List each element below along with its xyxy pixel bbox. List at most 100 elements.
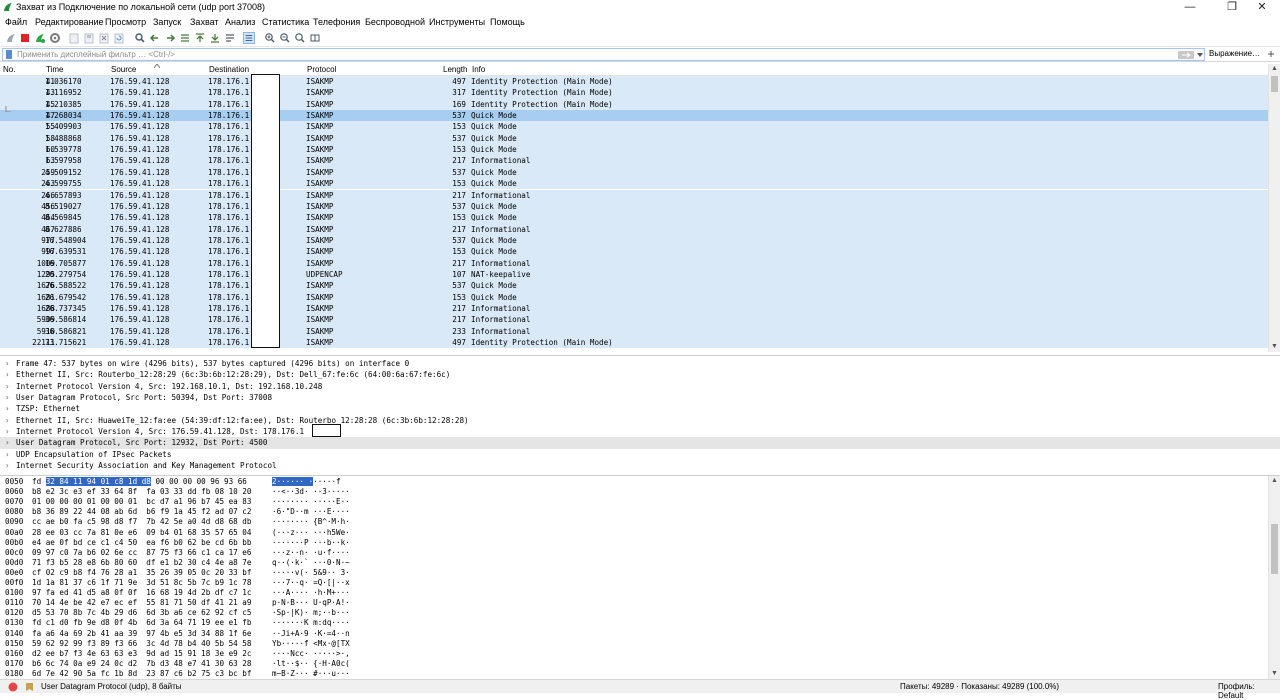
packet-row[interactable]: 22111 73.715621 176.59.41.128 178.176.1 ISAK… (0, 337, 1268, 349)
packet-row[interactable]: 55 1.409903 176.59.41.128 178.176.1 ISAKMP 15… (0, 121, 1268, 133)
packet-row[interactable]: 47 1.268034 176.59.41.128 178.176.1 ISAKMP 53… (0, 110, 1268, 122)
detail-tree-item[interactable]: › Internet Protocol Version 4, Src: 192.1… (0, 381, 1280, 392)
expand-chevron-icon[interactable]: › (5, 449, 10, 460)
hex-bytes[interactable]: fd c1 d0 fb 9e d8 0f 4b 6d 3a 64 71 19 e… (32, 618, 251, 628)
close-button[interactable]: ✕ (1244, 0, 1280, 15)
packet-row[interactable]: 1688 26.737345 176.59.41.128 178.176.1 ISAKM… (0, 303, 1268, 315)
hex-ascii[interactable]: ·····v(· 5&9·· 3· (272, 568, 350, 578)
filter-dropdown-icon[interactable] (1196, 52, 1204, 58)
packet-row[interactable]: 58 1.488868 176.59.41.128 178.176.1 ISAKMP 53… (0, 132, 1268, 145)
hex-bytes[interactable]: b8 36 89 22 44 08 ab 6d b6 f9 1a 45 f2 a… (32, 507, 251, 517)
hex-bytes[interactable]: 70 14 4e be 42 e7 ec ef 55 81 71 50 df 4… (32, 598, 251, 608)
packet-row[interactable]: 266 4.657893 176.59.41.128 178.176.1 ISAKMP 2… (0, 189, 1268, 201)
menu-statistics[interactable]: Статистика (262, 17, 309, 27)
bytes-scroll-up-icon[interactable]: ▲ (1269, 476, 1280, 486)
hex-ascii[interactable]: ···A···· ·h·M+··· (272, 588, 350, 598)
hex-ascii[interactable]: (···z··· ···h5We· (272, 528, 350, 538)
packet-row[interactable]: 1295 20.279754 176.59.41.128 178.176.1 UDPEN… (0, 268, 1268, 281)
hex-ascii[interactable]: ···7··q· =Q·[|··x (272, 578, 350, 588)
detail-tree-item[interactable]: › User Datagram Protocol, Src Port: 50394… (0, 392, 1280, 403)
expert-info-icon[interactable] (8, 682, 18, 692)
capture-options-icon[interactable] (49, 32, 61, 44)
scroll-down-icon[interactable]: ▼ (1269, 342, 1280, 352)
hex-bytes[interactable]: 1d 1a 81 37 c6 1f 71 9e 3d 51 8c 5b 7c b… (32, 578, 251, 588)
hex-bytes[interactable]: 97 fa ed 41 d5 a8 0f 0f 16 68 19 4d 2b d… (32, 588, 251, 598)
status-profile[interactable]: Профиль: Default (1218, 682, 1280, 700)
expand-chevron-icon[interactable]: › (5, 403, 10, 414)
minimize-button[interactable]: — (1172, 0, 1208, 15)
bytes-scrollbar[interactable]: ▲ ▼ (1268, 476, 1280, 679)
hex-bytes[interactable]: 09 97 c0 7a b6 02 6e cc 87 75 f3 66 c1 c… (32, 548, 251, 558)
detail-tree-item[interactable]: › Ethernet II, Src: Routerbo_12:28:29 (6c… (0, 369, 1280, 380)
hex-bytes[interactable]: 59 62 92 99 f3 89 f3 66 3c 4d 78 b4 40 5… (32, 639, 251, 649)
packet-row[interactable]: 63 1.597958 176.59.41.128 178.176.1 ISAKMP 21… (0, 155, 1268, 167)
column-header-protocol[interactable]: Protocol (307, 65, 336, 74)
display-filter-input[interactable]: Применить дисплейный фильтр … <Ctrl-/> (2, 48, 1205, 61)
packet-row[interactable]: 259 4.509152 176.59.41.128 178.176.1 ISAKMP 5… (0, 166, 1268, 179)
hex-ascii[interactable]: p·N·B··· U·qP·A!· (272, 598, 350, 608)
packet-row[interactable]: 41 1.036170 176.59.41.128 178.176.1 ISAKMP 49… (0, 76, 1268, 88)
menu-capture[interactable]: Захват (190, 17, 219, 27)
hex-bytes[interactable]: d5 53 70 8b 7c 4b 29 d6 6d 3b a6 ce 62 9… (32, 608, 251, 618)
bookmark-icon[interactable] (5, 50, 13, 59)
packet-row[interactable]: 45 1.210385 176.59.41.128 178.176.1 ISAKMP 16… (0, 98, 1268, 111)
reload-file-icon[interactable] (113, 32, 125, 44)
hex-ascii[interactable]: ··<··3d· ··3····· (272, 487, 350, 497)
apply-filter-arrow-icon[interactable] (1178, 51, 1194, 59)
hex-ascii[interactable]: Yb·····f <Mx·@[TX (272, 639, 350, 649)
bytes-scroll-down-icon[interactable]: ▼ (1269, 669, 1280, 679)
expand-chevron-icon[interactable]: › (5, 381, 10, 392)
detail-tree-item[interactable]: › Internet Protocol Version 4, Src: 176.5… (0, 426, 1280, 437)
go-back-icon[interactable] (149, 32, 161, 44)
packet-row[interactable]: 456 8.519027 176.59.41.128 178.176.1 ISAKMP 5… (0, 200, 1268, 213)
hex-bytes[interactable]: b6 6c 74 0a e9 24 0c d2 7b d3 48 e7 41 3… (32, 659, 251, 669)
menu-analyze[interactable]: Анализ (225, 17, 255, 27)
go-to-packet-icon[interactable] (179, 32, 191, 44)
menu-go[interactable]: Запуск (153, 17, 181, 27)
bytes-scrollbar-thumb[interactable] (1271, 524, 1278, 574)
go-forward-icon[interactable] (164, 32, 176, 44)
resize-columns-icon[interactable] (309, 32, 321, 44)
hex-bytes[interactable]: cf 02 c9 b8 f4 76 28 a1 35 26 39 05 0c 2… (32, 568, 251, 578)
packet-row[interactable]: 263 4.599755 176.59.41.128 178.176.1 ISAKMP 1… (0, 178, 1268, 190)
hex-ascii[interactable]: ·······K m:dq···· (272, 618, 350, 628)
expand-chevron-icon[interactable]: › (5, 437, 10, 448)
add-filter-button-icon[interactable] (1267, 51, 1275, 57)
hex-ascii[interactable]: ···z··n· ·u·f···· (272, 548, 350, 558)
hex-bytes[interactable]: b8 e2 3c e3 ef 33 64 8f fa 03 33 dd fb 0… (32, 487, 251, 497)
detail-tree-item[interactable]: › Internet Security Association and Key M… (0, 460, 1280, 471)
hex-ascii[interactable]: q··(·k·` ···0·N·~ (272, 558, 350, 568)
packet-row[interactable]: 5910 36.586821 176.59.41.128 178.176.1 ISAKM… (0, 325, 1268, 338)
hex-ascii[interactable]: ····Ncc· ·····>·, (272, 649, 350, 659)
expand-chevron-icon[interactable]: › (5, 392, 10, 403)
hex-ascii[interactable]: ··Ji+A·9 ·K·=4··n (272, 629, 350, 639)
normal-size-icon[interactable] (294, 32, 306, 44)
restart-capture-icon[interactable] (34, 32, 46, 44)
menu-telephony[interactable]: Телефония (313, 17, 360, 27)
packet-row[interactable]: 5909 36.586814 176.59.41.128 178.176.1 ISAKM… (0, 314, 1268, 326)
expand-chevron-icon[interactable]: › (5, 369, 10, 380)
menu-file[interactable]: Файл (5, 17, 27, 27)
expression-button[interactable]: Выражение… (1209, 49, 1260, 58)
expand-chevron-icon[interactable]: › (5, 460, 10, 471)
hex-bytes[interactable]: fa a6 4a 69 2b 41 aa 39 97 4b e5 3d 34 8… (32, 629, 251, 639)
column-header-length[interactable]: Length (443, 65, 467, 74)
packet-row[interactable]: 997 16.639531 176.59.41.128 178.176.1 ISAKMP… (0, 246, 1268, 258)
hex-bytes[interactable]: d2 ee b7 f3 4e 63 63 e3 9d ad 15 91 18 3… (32, 649, 251, 659)
menu-help[interactable]: Помощь (490, 17, 525, 27)
hex-ascii[interactable]: ·6·"D··m ···E···· (272, 507, 350, 517)
packet-list[interactable]: 41 1.036170 176.59.41.128 178.176.1 ISAKMP 49… (0, 76, 1268, 352)
hex-ascii[interactable]: ········ {B^·M·h· (272, 517, 350, 527)
detail-tree-item[interactable]: › Frame 47: 537 bytes on wire (4296 bits)… (0, 358, 1280, 369)
hex-bytes[interactable]: 28 ee 03 cc 7a 81 0e e6 09 b4 01 68 35 5… (32, 528, 251, 538)
zoom-out-icon[interactable] (279, 32, 291, 44)
shark-fin-start-icon[interactable] (5, 32, 17, 44)
column-header-info[interactable]: Info (472, 65, 485, 74)
column-header-time[interactable]: Time (46, 65, 63, 74)
hex-ascii[interactable]: 2······ ······f (272, 477, 341, 487)
hex-ascii[interactable]: m~B·Z··· #···u··· (272, 669, 350, 679)
menu-edit[interactable]: Редактирование (35, 17, 104, 27)
last-packet-icon[interactable] (209, 32, 221, 44)
find-packet-icon[interactable] (134, 32, 146, 44)
column-header-destination[interactable]: Destination (209, 65, 249, 74)
